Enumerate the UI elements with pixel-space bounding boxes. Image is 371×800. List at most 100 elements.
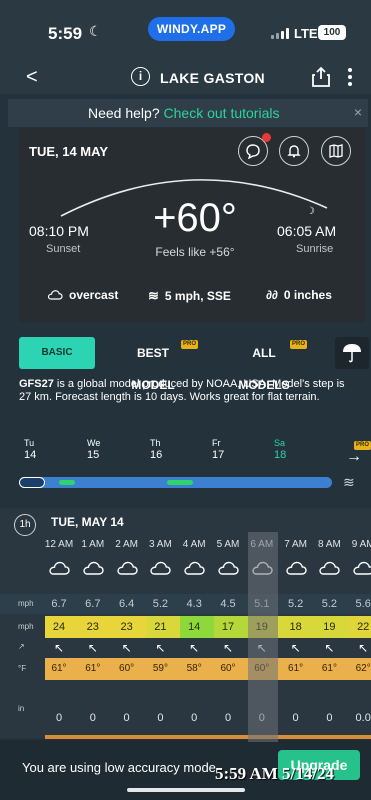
temp-unit-label: °F <box>18 664 27 673</box>
wind-direction-icon: ↖ <box>222 641 234 655</box>
pro-badge: PRO <box>354 441 371 450</box>
share-icon[interactable] <box>311 66 331 88</box>
gust-unit-label: mph <box>18 622 34 631</box>
gust-value: 23 <box>86 621 99 633</box>
wind-direction-icon: ↖ <box>189 641 200 655</box>
forecast-timeline[interactable] <box>19 477 332 488</box>
precip-value: 0 <box>123 712 130 724</box>
temp-value: 62° <box>355 663 371 674</box>
umbrella-icon <box>343 344 361 363</box>
hour-label: 9 AM <box>351 539 371 550</box>
wind-layer-icon[interactable]: ≋ <box>343 474 355 491</box>
temp-value: 61° <box>321 663 337 674</box>
hour-label: 7 AM <box>284 539 307 550</box>
sunset-time: 08:10 PM <box>29 223 89 239</box>
network-label: LTE <box>294 26 318 41</box>
home-indicator[interactable] <box>127 788 245 792</box>
tutorials-link[interactable]: Check out tutorials <box>164 105 280 121</box>
clock: 5:59 <box>48 24 83 43</box>
wind-icon: ≋ <box>148 288 159 303</box>
wind-row: mph 6.76.76.45.24.34.55.15.25.25.6 <box>0 594 371 614</box>
model-name: GFS27 <box>19 378 54 390</box>
hour-label: 4 AM <box>182 539 206 550</box>
model-text: is a global model produced by NOAA, USA.… <box>19 378 345 403</box>
alert-button[interactable] <box>279 136 309 166</box>
temp-value: 60° <box>220 663 236 674</box>
wind-value: 5.2 <box>287 598 304 610</box>
low-accuracy-message: You are using low accuracy mode <box>22 760 216 775</box>
hour-label: 5 AM <box>216 539 240 550</box>
more-icon[interactable] <box>346 66 354 88</box>
timeline-handle[interactable] <box>19 477 45 488</box>
precip-value: 0 <box>89 712 96 724</box>
chat-icon <box>246 144 260 159</box>
wind-value: 5.2 <box>321 598 338 610</box>
tab-best-model[interactable]: BEST MODEL <box>115 337 191 392</box>
umbrella-button[interactable] <box>335 337 369 369</box>
cloud-icon <box>43 560 75 576</box>
signal-icon <box>271 27 293 39</box>
cloud-icon <box>313 560 345 576</box>
interval-button[interactable]: 1h <box>14 514 36 536</box>
cloud-icon <box>144 560 176 576</box>
wind-direction-icon: ↖ <box>155 641 166 655</box>
hour-label: 2 AM <box>115 539 138 550</box>
gust-value: 18 <box>289 621 302 633</box>
precip-value: 0 <box>191 712 198 724</box>
day-item[interactable]: We 15 <box>87 438 100 461</box>
chat-button[interactable] <box>238 133 271 166</box>
status-bar: 5:59 ☾ WINDY.APP LTE 100 <box>0 0 371 62</box>
battery-icon: 100 <box>318 25 346 40</box>
close-icon[interactable]: × <box>354 104 362 120</box>
wind-text: 5 mph, SSE <box>164 289 231 303</box>
wind-value: 6.4 <box>118 598 135 610</box>
day-item[interactable]: Fr 17 <box>212 438 224 461</box>
direction-icon: ↗ <box>18 642 25 651</box>
tab-basic[interactable]: BASIC <box>19 337 95 369</box>
wind-value: 6.7 <box>85 598 101 610</box>
wind-direction-icon: ↖ <box>324 641 335 655</box>
hour-label: 8 AM <box>317 539 341 550</box>
wind-value: 4.3 <box>186 598 202 610</box>
wind-direction-icon: ↖ <box>290 641 301 655</box>
gust-value: 19 <box>323 621 336 633</box>
gust-value: 21 <box>154 621 167 633</box>
precip-text: 0 inches <box>283 288 332 302</box>
temperature: +60° <box>153 196 237 240</box>
temp-value: 60° <box>119 663 135 674</box>
direction-row: ↗ ↖↖↖↖↖↖↖↖↖↖ <box>0 640 371 658</box>
sunset-label: Sunset <box>46 243 81 255</box>
back-icon[interactable]: < <box>26 66 38 89</box>
precip-value: 0 <box>224 712 232 724</box>
gust-value: 17 <box>221 621 235 633</box>
temp-value: 61° <box>85 663 101 674</box>
wind-value: 5.2 <box>152 598 169 610</box>
accuracy-bar <box>45 735 371 739</box>
gust-value: 14 <box>188 621 201 633</box>
wind-direction-icon: ↖ <box>53 641 65 655</box>
weather-summary-card: TUE, 14 MAY ☽ +60° Feels like +56° 08:10… <box>19 128 366 322</box>
model-description: GFS27 is a global model produced by NOAA… <box>19 378 357 404</box>
moon-icon: ☽ <box>306 206 315 217</box>
cloud-icon <box>47 290 63 300</box>
cloud-icon <box>280 560 312 576</box>
precip-unit-label: in <box>18 704 25 713</box>
wind-value: 5.6 <box>355 598 371 610</box>
wind-value: 4.5 <box>220 598 236 610</box>
day-item[interactable]: Th 16 <box>150 438 162 461</box>
temp-value: 61° <box>288 663 304 674</box>
precip-value: 0 <box>292 712 299 724</box>
bell-icon <box>287 145 301 158</box>
arrow-right-icon[interactable]: → <box>346 448 362 466</box>
map-button[interactable] <box>321 136 351 166</box>
selected-hour-highlight <box>248 532 278 742</box>
pro-badge: PRO <box>290 340 308 349</box>
app-pill[interactable]: WINDY.APP <box>148 17 235 41</box>
map-icon <box>329 144 343 158</box>
day-item[interactable]: Tu 14 <box>24 438 36 461</box>
info-icon[interactable]: i <box>131 67 150 86</box>
day-item[interactable]: Sa 18 <box>274 438 286 461</box>
page-title: LAKE GASTON <box>160 70 265 86</box>
cloud-stat: overcast <box>47 288 118 302</box>
wind-direction-icon: ↖ <box>87 641 98 655</box>
